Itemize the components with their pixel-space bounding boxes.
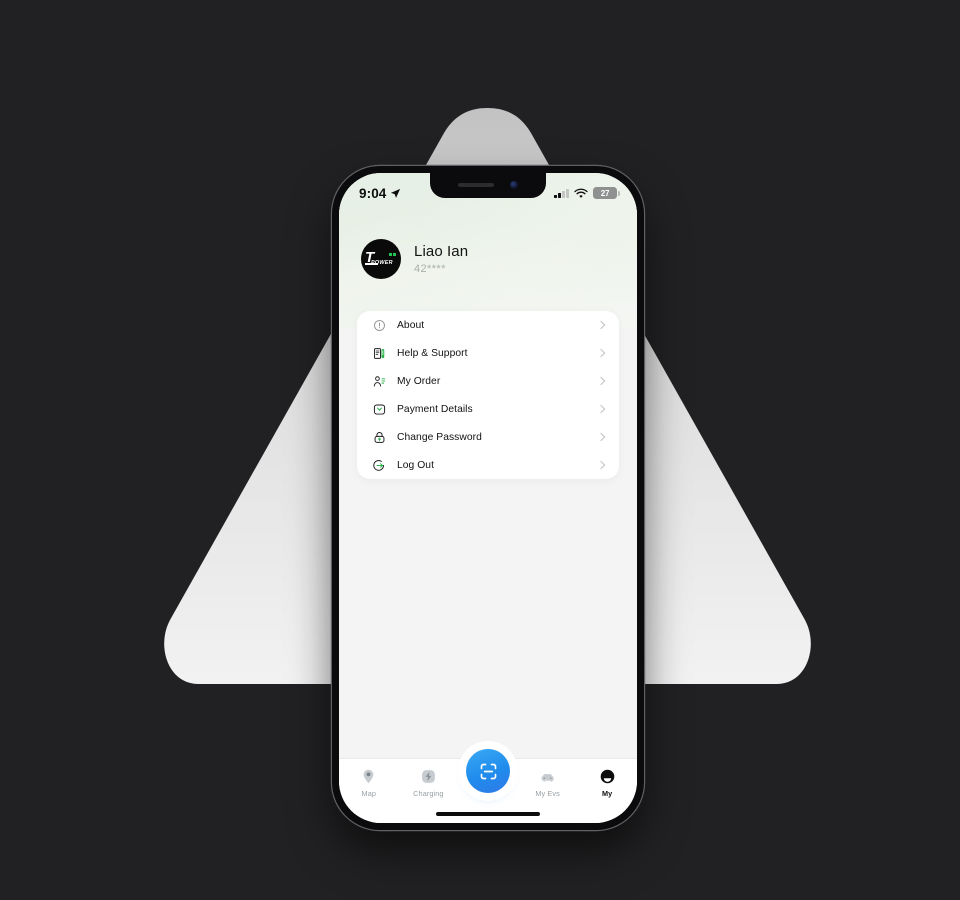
tab-my-evs[interactable]: My Evs [518,768,578,798]
home-indicator[interactable] [436,812,540,816]
tab-label: My Evs [535,789,560,798]
chevron-right-icon [596,404,606,414]
location-arrow-icon [391,188,401,198]
cellular-bars-icon [554,188,569,198]
bottom-tab-bar: Map Charging My Evs My [339,749,637,823]
menu-item-label: Change Password [397,431,482,443]
logout-arrow-icon [373,459,384,471]
status-time-text: 9:04 [359,185,387,201]
status-indicators: 27 [554,187,620,199]
info-circle-icon [374,319,385,331]
scan-qr-button[interactable] [466,749,510,793]
chevron-right-icon [596,320,606,330]
chevron-right-icon [596,432,606,442]
scene: 9:04 27 T POWER Liao Ian 42**** About He… [0,0,960,900]
menu-item-label: About [397,319,425,331]
menu-item-label: Log Out [397,459,434,471]
user-phone-masked: 42**** [414,263,446,275]
user-name: Liao Ian [414,243,469,260]
profile-text: Liao Ian 42**** [414,243,468,275]
lock-icon [374,431,385,443]
menu-item-help-support[interactable]: Help & Support [357,339,619,367]
order-person-icon [373,375,386,387]
phone-device: 9:04 27 T POWER Liao Ian 42**** About He… [332,166,644,830]
menu-item-payment-details[interactable]: Payment Details [357,395,619,423]
menu-item-label: Payment Details [397,403,473,415]
chevron-right-icon [596,376,606,386]
profile-block[interactable]: T POWER Liao Ian 42**** [339,239,637,279]
notch [430,173,546,198]
chevron-right-icon [596,348,606,358]
bolt-icon [422,770,435,783]
chevron-right-icon [596,460,606,470]
map-pin-icon [363,769,374,784]
menu-item-my-order[interactable]: My Order [357,367,619,395]
front-camera-icon [510,181,518,189]
wifi-icon [574,188,588,198]
tab-label: My [602,789,613,798]
menu-item-log-out[interactable]: Log Out [357,451,619,479]
status-time: 9:04 [359,186,401,201]
tab-my[interactable]: My [577,768,637,798]
tab-label: Charging [413,789,444,798]
menu-item-label: My Order [397,375,441,387]
settings-menu-card: About Help & Support My Order Payment De… [357,311,619,479]
battery-level-text: 27 [600,188,610,198]
phone-screen: 9:04 27 T POWER Liao Ian 42**** About He… [339,173,637,823]
earpiece-speaker [458,182,494,188]
menu-item-label: Help & Support [397,347,468,359]
scan-qr-icon [480,763,496,779]
menu-item-change-password[interactable]: Change Password [357,423,619,451]
logo-dots-icon [388,253,396,256]
page-body: About Help & Support My Order Payment De… [339,311,637,759]
car-icon [541,774,554,782]
tab-map[interactable]: Map [339,768,399,798]
tab-charging[interactable]: Charging [399,768,459,798]
logo-word: POWER [371,260,393,266]
battery-icon: 27 [593,187,620,199]
menu-item-about[interactable]: About [357,311,619,339]
wallet-icon [373,403,386,415]
person-icon [600,769,614,784]
avatar[interactable]: T POWER [361,239,401,279]
tab-label: Map [361,789,377,798]
tpower-logo-icon: T POWER [364,249,398,269]
help-document-icon [374,347,385,359]
